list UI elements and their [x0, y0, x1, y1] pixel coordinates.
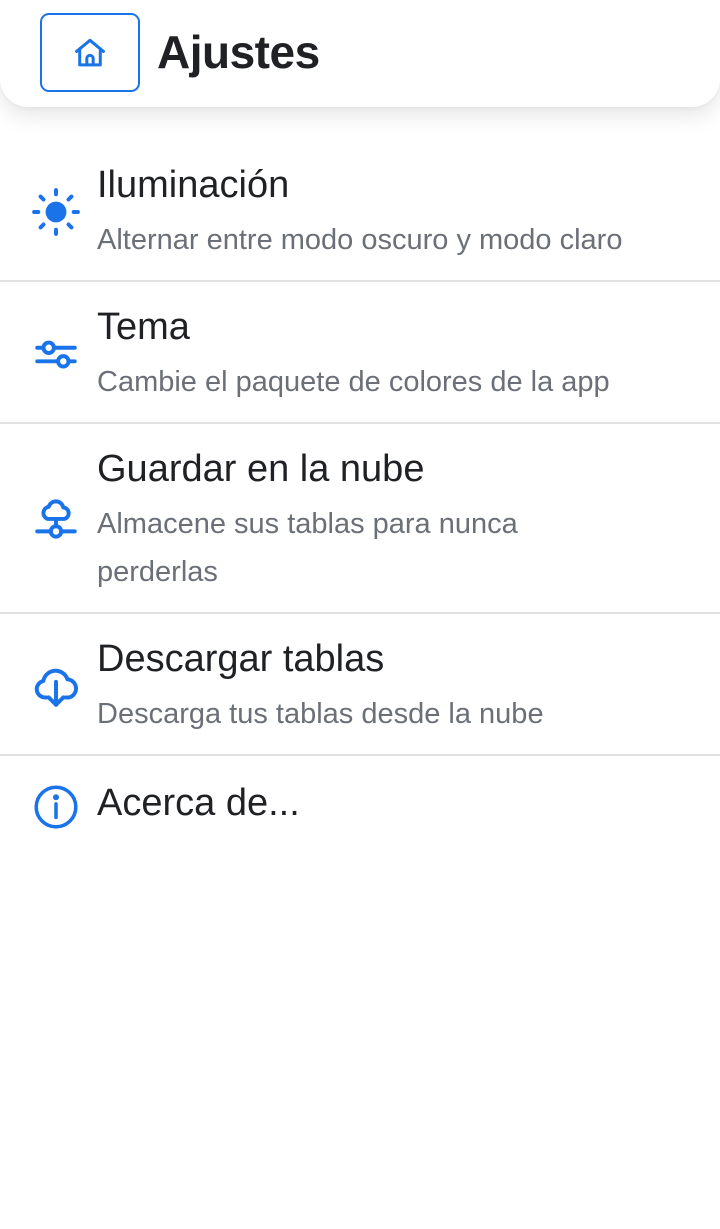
setting-description: Alternar entre modo oscuro y modo claro — [97, 224, 623, 256]
setting-description: Cambie el paquete de colores de la app — [97, 366, 610, 398]
setting-title: Iluminación — [97, 164, 290, 206]
sun-icon — [31, 187, 81, 237]
setting-item-acerca-de[interactable]: Acerca de... — [0, 756, 720, 852]
setting-item-guardar-nube[interactable]: Guardar en la nube Almacene sus tablas p… — [0, 424, 720, 614]
home-icon — [71, 34, 109, 72]
home-button[interactable] — [40, 13, 140, 92]
info-icon — [31, 782, 81, 832]
cloud-network-icon — [31, 496, 81, 546]
cloud-download-icon — [31, 661, 81, 711]
setting-title: Acerca de... — [97, 782, 300, 824]
setting-item-iluminacion[interactable]: Iluminación Alternar entre modo oscuro y… — [0, 140, 720, 282]
page-title: Ajustes — [157, 26, 320, 78]
app-header: Ajustes — [0, 0, 720, 107]
setting-title: Tema — [97, 306, 190, 348]
setting-title: Descargar tablas — [97, 638, 385, 680]
setting-title: Guardar en la nube — [97, 448, 425, 490]
settings-list: Iluminación Alternar entre modo oscuro y… — [0, 140, 720, 852]
setting-item-descargar-tablas[interactable]: Descargar tablas Descarga tus tablas des… — [0, 614, 720, 756]
setting-item-tema[interactable]: Tema Cambie el paquete de colores de la … — [0, 282, 720, 424]
sliders-icon — [31, 329, 81, 379]
setting-description: Descarga tus tablas desde la nube — [97, 698, 544, 730]
setting-description: Almacene sus tablas para nunca perderlas — [97, 508, 518, 588]
